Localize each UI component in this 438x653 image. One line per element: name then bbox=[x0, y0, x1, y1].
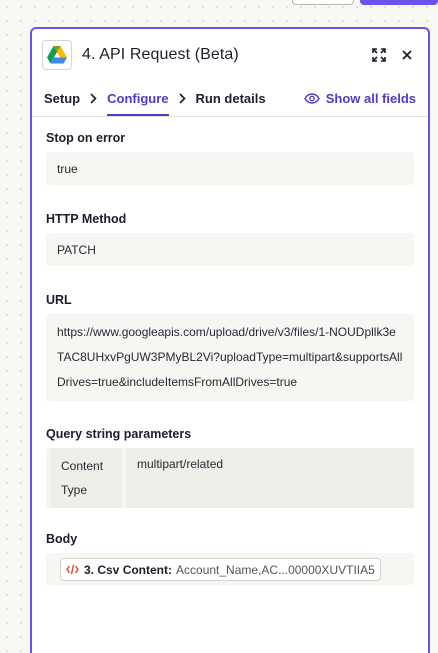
step-title: 4. API Request (Beta) bbox=[82, 46, 368, 64]
mapped-field-pill[interactable]: 3. Csv Content: Account_Name,AC...00000X… bbox=[60, 558, 381, 581]
field-label: Stop on error bbox=[46, 131, 126, 145]
close-icon[interactable] bbox=[396, 44, 418, 66]
top-primary-button[interactable] bbox=[360, 0, 438, 5]
field-body: Body 3. Csv Content: Account_Name,AC...0… bbox=[46, 532, 414, 585]
code-icon bbox=[66, 564, 79, 575]
http-method-value[interactable]: PATCH bbox=[46, 233, 414, 266]
query-param-value[interactable]: multipart/related bbox=[126, 448, 414, 508]
show-all-fields-button[interactable]: Show all fields bbox=[303, 81, 416, 116]
expand-icon[interactable] bbox=[368, 44, 390, 66]
show-all-fields-label: Show all fields bbox=[325, 91, 416, 106]
chevron-right-icon bbox=[178, 81, 186, 116]
field-stop-on-error: Stop on error true bbox=[46, 131, 414, 185]
field-query-string: Query string parameters Content Type mul… bbox=[46, 427, 414, 508]
tab-setup[interactable]: Setup bbox=[44, 81, 80, 116]
pill-value: Account_Name,AC...00000XUVTIIA5 bbox=[176, 562, 375, 577]
field-label: URL bbox=[46, 293, 72, 307]
chevron-right-icon bbox=[90, 81, 97, 116]
step-name: API Request (Beta) bbox=[99, 46, 239, 63]
tab-configure[interactable]: Configure bbox=[107, 81, 169, 116]
step-tabs: Setup Configure Run details Show all fie… bbox=[32, 81, 428, 117]
field-http-method: HTTP Method PATCH bbox=[46, 212, 414, 266]
url-value[interactable]: https://www.googleapis.com/upload/drive/… bbox=[46, 314, 414, 401]
pill-step-label: 3. Csv Content: bbox=[84, 562, 173, 577]
body-input[interactable]: 3. Csv Content: Account_Name,AC...00000X… bbox=[46, 553, 414, 585]
tab-run-details[interactable]: Run details bbox=[196, 81, 266, 116]
step-number: 4. bbox=[82, 46, 96, 63]
field-label: HTTP Method bbox=[46, 212, 127, 226]
top-secondary-button[interactable] bbox=[292, 0, 354, 5]
configure-content: Stop on error true HTTP Method PATCH URL… bbox=[32, 131, 428, 585]
google-drive-icon bbox=[42, 40, 72, 70]
field-label: Query string parameters bbox=[46, 427, 192, 441]
field-label: Body bbox=[46, 532, 78, 546]
query-string-row: Content Type multipart/related bbox=[46, 448, 414, 508]
stop-on-error-value[interactable]: true bbox=[46, 152, 414, 185]
panel-header: 4. API Request (Beta) bbox=[32, 29, 428, 81]
eye-icon bbox=[303, 93, 320, 104]
step-editor-panel: 4. API Request (Beta) Setup Configure Ru… bbox=[30, 27, 430, 653]
field-url: URL https://www.googleapis.com/upload/dr… bbox=[46, 293, 414, 401]
query-param-key[interactable]: Content Type bbox=[50, 448, 122, 508]
